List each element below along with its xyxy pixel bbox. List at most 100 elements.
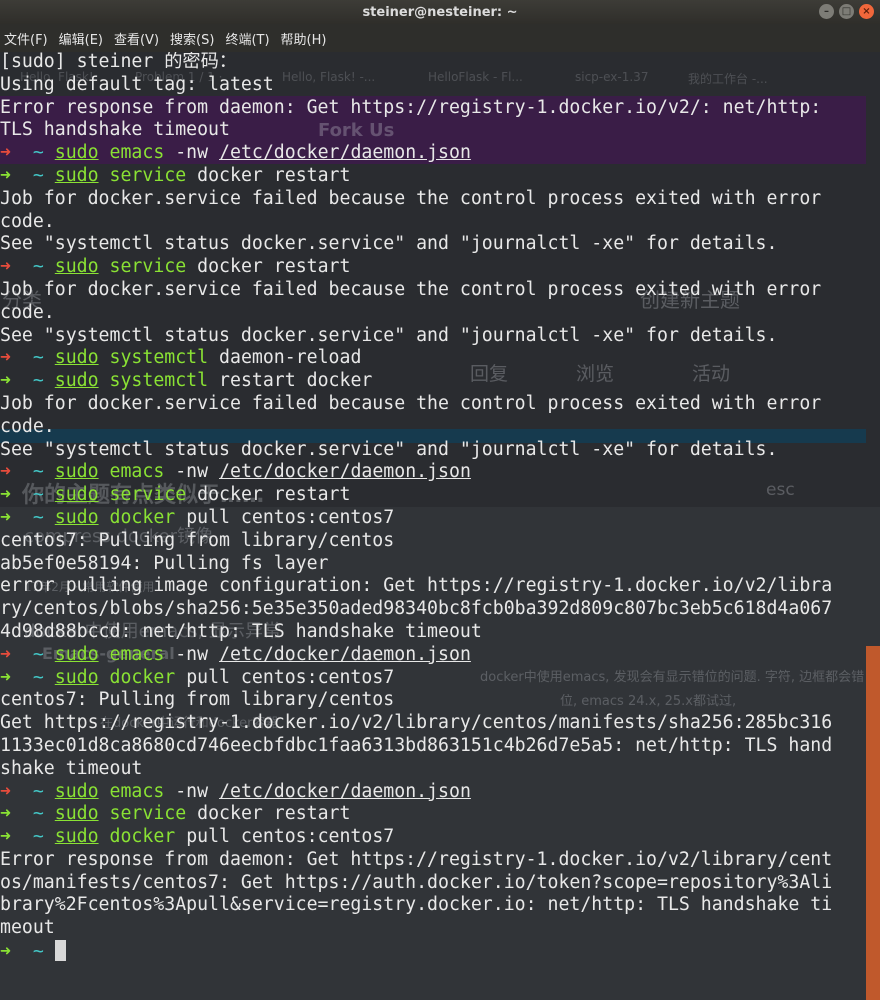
command-args: -nw: [175, 780, 209, 802]
prompt-cwd: ~: [32, 666, 44, 688]
terminal-line: Job for docker.service failed because th…: [0, 392, 822, 414]
minimize-icon[interactable]: –: [819, 4, 834, 19]
command-args: daemon-reload: [219, 347, 362, 369]
terminal-line: centos7: Pulling from library/centos: [0, 529, 395, 551]
maximize-icon[interactable]: □: [839, 4, 854, 19]
prompt-arrow-icon: ➜: [0, 826, 11, 848]
prompt-cwd: ~: [32, 780, 44, 802]
prompt-cwd: ~: [32, 461, 44, 483]
prompt-arrow-icon: ➜: [0, 484, 11, 506]
terminal-line: Using default tag: latest: [0, 73, 274, 95]
command-path: /etc/docker/daemon.json: [219, 780, 471, 802]
terminal-line: ➜ ~: [0, 940, 880, 963]
command-sudo: sudo: [54, 643, 99, 665]
command-sudo: sudo: [54, 780, 99, 802]
prompt-cwd: ~: [32, 506, 44, 528]
command-name: service: [109, 164, 187, 186]
prompt-cwd: ~: [32, 370, 44, 392]
terminal-line: ➜ ~ sudo docker pull centos:centos7: [0, 667, 880, 690]
close-icon[interactable]: ×: [859, 4, 874, 19]
terminal-line: ➜ ~ sudo service docker restart: [0, 484, 880, 507]
terminal-line: ➜ ~ sudo emacs -nw /etc/docker/daemon.js…: [0, 644, 880, 667]
prompt-cwd: ~: [32, 347, 44, 369]
command-args: pull centos:centos7: [186, 506, 395, 528]
terminal-line: ➜ ~ sudo systemctl restart docker: [0, 370, 880, 393]
command-path: /etc/docker/daemon.json: [219, 142, 471, 164]
prompt-cwd: ~: [32, 941, 44, 963]
prompt-arrow-icon: ➜: [0, 256, 11, 278]
window-title: steiner@nesteiner: ~: [362, 4, 518, 20]
terminal-line: See "systemctl status docker.service" an…: [0, 438, 778, 460]
terminal-line: ab5ef0e58194: Pulling fs layer: [0, 552, 329, 574]
terminal-line: code.: [0, 210, 55, 232]
terminal-line: code.: [0, 301, 55, 323]
terminal-line: [sudo] steiner 的密码：: [0, 52, 237, 72]
terminal-line: Get https://registry-1.docker.io/v2/libr…: [0, 712, 833, 734]
command-args: docker restart: [197, 164, 351, 186]
terminal-line: Error response from daemon: Get https://…: [0, 848, 833, 870]
terminal-line: See "systemctl status docker.service" an…: [0, 233, 778, 255]
prompt-arrow-icon: ➜: [0, 780, 11, 802]
prompt-arrow-icon: ➜: [0, 164, 11, 186]
prompt-cwd: ~: [32, 826, 44, 848]
command-name: docker: [109, 826, 176, 848]
prompt-cwd: ~: [32, 484, 44, 506]
window-controls: – □ ×: [819, 4, 874, 19]
terminal-line: TLS handshake timeout: [0, 119, 230, 141]
command-sudo: sudo: [54, 370, 99, 392]
terminal-line: See "systemctl status docker.service" an…: [0, 324, 778, 346]
command-args: docker restart: [197, 484, 351, 506]
prompt-cwd: ~: [32, 643, 44, 665]
command-name: emacs: [109, 643, 165, 665]
terminal-line: ➜ ~ sudo docker pull centos:centos7: [0, 507, 880, 530]
command-name: service: [109, 484, 187, 506]
terminal-line: shake timeout: [0, 757, 143, 779]
command-sudo: sudo: [54, 142, 99, 164]
command-sudo: sudo: [54, 164, 99, 186]
prompt-cwd: ~: [32, 142, 44, 164]
command-name: emacs: [109, 780, 165, 802]
command-name: emacs: [109, 461, 165, 483]
terminal-line: 1133ec01d8ca8680cd746eecbfdbc1faa6313bd8…: [0, 734, 833, 756]
command-args: docker restart: [197, 256, 351, 278]
prompt-arrow-icon: ➜: [0, 142, 11, 164]
command-path: /etc/docker/daemon.json: [219, 643, 471, 665]
terminal-line: brary%2Fcentos%3Apull&service=registry.d…: [0, 894, 833, 916]
terminal-line: Error response from daemon: Get https://…: [0, 96, 822, 118]
command-sudo: sudo: [54, 461, 99, 483]
terminal-line: Job for docker.service failed because th…: [0, 278, 822, 300]
command-path: /etc/docker/daemon.json: [219, 461, 471, 483]
command-sudo: sudo: [54, 506, 99, 528]
prompt-cwd: ~: [32, 803, 44, 825]
command-args: -nw: [175, 461, 209, 483]
terminal-line: ➜ ~ sudo systemctl daemon-reload: [0, 347, 880, 370]
command-sudo: sudo: [54, 666, 99, 688]
command-name: service: [109, 803, 187, 825]
command-name: systemctl: [109, 347, 209, 369]
command-sudo: sudo: [54, 347, 99, 369]
command-args: pull centos:centos7: [186, 666, 395, 688]
terminal-line: 4d98d88bccd: net/http: TLS handshake tim…: [0, 620, 482, 642]
window-titlebar[interactable]: steiner@nesteiner: ~ – □ ×: [0, 0, 880, 24]
menu-terminal[interactable]: 终端(T): [225, 29, 269, 48]
prompt-cwd: ~: [32, 164, 44, 186]
terminal-view[interactable]: Hello, Flask! Problem 1 / 1 · Hello, Fla…: [0, 52, 880, 1000]
terminal-line: ry/centos/blobs/sha256:5e35e350aded98340…: [0, 598, 833, 620]
menu-edit[interactable]: 编辑(E): [59, 29, 103, 48]
menu-file[interactable]: 文件(F): [4, 29, 48, 48]
terminal-line: centos7: Pulling from library/centos: [0, 689, 395, 711]
terminal-line: ➜ ~ sudo emacs -nw /etc/docker/daemon.js…: [0, 142, 880, 165]
command-args: -nw: [175, 643, 209, 665]
menu-view[interactable]: 查看(V): [114, 29, 159, 48]
terminal-line: code.: [0, 415, 55, 437]
menu-search[interactable]: 搜索(S): [170, 29, 214, 48]
terminal-line: ➜ ~ sudo emacs -nw /etc/docker/daemon.js…: [0, 781, 880, 804]
command-name: emacs: [109, 142, 165, 164]
terminal-line: ➜ ~ sudo emacs -nw /etc/docker/daemon.js…: [0, 461, 880, 484]
terminal-line: os/manifests/centos7: Get https://auth.d…: [0, 871, 833, 893]
command-sudo: sudo: [54, 256, 99, 278]
menu-help[interactable]: 帮助(H): [281, 29, 327, 48]
terminal-line: error pulling image configuration: Get h…: [0, 575, 833, 597]
command-sudo: sudo: [54, 803, 99, 825]
prompt-arrow-icon: ➜: [0, 461, 11, 483]
